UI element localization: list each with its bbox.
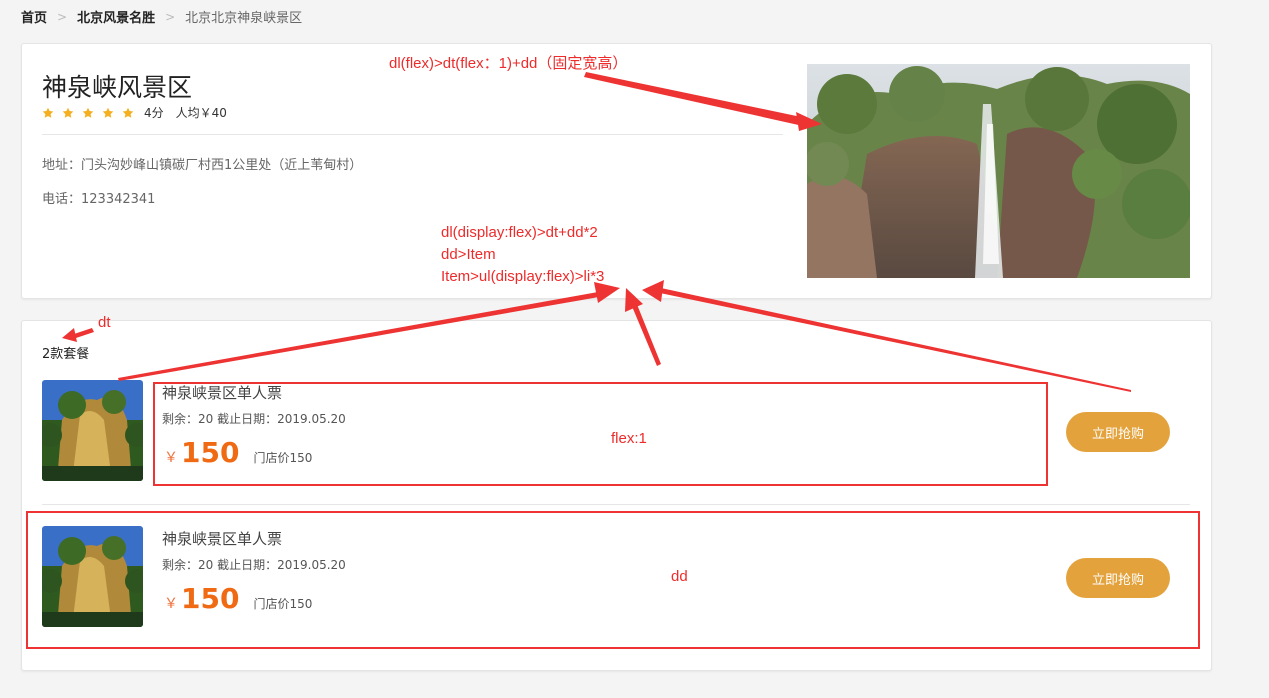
annotation-flex: flex:1	[611, 430, 647, 447]
packages-card: 2款套餐 神泉峡景区单人票 剩余：20 截止日期：2019.05.20 ￥ 15…	[21, 320, 1212, 671]
breadcrumb-home-link[interactable]: 首页	[21, 7, 47, 26]
star-icon	[62, 107, 74, 118]
annotation-line: dd>Item	[441, 246, 496, 263]
package-price: ￥ 150 门店价150	[164, 582, 312, 615]
scenic-hero-image	[807, 64, 1190, 278]
annotation-middle: dl(display:flex)>dt+dd*2 dd>Item Item>ul…	[441, 222, 604, 288]
phone-text: 电话：123342341	[42, 192, 156, 207]
star-icon	[102, 107, 114, 118]
package-thumbnail	[42, 380, 143, 481]
annotation-line: Item>ul(display:flex)>li*3	[441, 268, 605, 285]
star-icon	[42, 107, 54, 118]
package-name[interactable]: 神泉峡景区单人票	[162, 382, 282, 403]
rating-score: 4分	[144, 106, 164, 120]
address-text: 地址：门头沟妙峰山镇碳厂村西1公里处（近上苇甸村）	[42, 158, 363, 173]
price-value: 150	[181, 436, 240, 469]
divider	[42, 504, 1190, 505]
star-icon	[82, 107, 94, 118]
waterfall-image	[807, 64, 1190, 278]
package-meta: 剩余：20 截止日期：2019.05.20	[162, 412, 346, 426]
breadcrumb-category-link[interactable]: 北京风景名胜	[77, 7, 155, 26]
currency-symbol: ￥	[164, 450, 178, 466]
breadcrumb-current: 北京北京神泉峡景区	[185, 11, 303, 26]
store-price: 门店价150	[253, 597, 313, 611]
annotation-line: dl(display:flex)>dt+dd*2	[441, 224, 598, 241]
package-price: ￥ 150 门店价150	[164, 436, 312, 469]
rating-row: 4分 人均￥40	[42, 104, 227, 121]
scenic-info-card: 神泉峡风景区 4分 人均￥40 地址：门头沟妙峰山镇碳厂村西1公里处（近上苇甸村…	[21, 43, 1212, 299]
scenic-title: 神泉峡风景区	[42, 73, 193, 102]
breadcrumb: 首页 > 北京风景名胜 > 北京北京神泉峡景区	[21, 7, 303, 27]
chevron-right-icon: >	[165, 9, 176, 24]
cliff-image	[42, 380, 143, 481]
annotation-dt: dt	[98, 314, 111, 331]
buy-now-button[interactable]: 立即抢购	[1066, 412, 1170, 452]
annotation-dd: dd	[671, 568, 688, 585]
annotation-top: dl(flex)>dt(flex：1)+dd（固定宽高）	[389, 55, 628, 72]
package-meta: 剩余：20 截止日期：2019.05.20	[162, 558, 346, 572]
divider	[42, 134, 783, 135]
package-thumbnail	[42, 526, 143, 627]
star-icon	[122, 107, 134, 118]
package-item: 神泉峡景区单人票 剩余：20 截止日期：2019.05.20 ￥ 150 门店价…	[42, 526, 1190, 630]
package-name[interactable]: 神泉峡景区单人票	[162, 528, 282, 549]
package-count: 2款套餐	[42, 347, 90, 362]
buy-now-button[interactable]: 立即抢购	[1066, 558, 1170, 598]
cliff-image	[42, 526, 143, 627]
currency-symbol: ￥	[164, 596, 178, 612]
store-price: 门店价150	[253, 451, 313, 465]
chevron-right-icon: >	[57, 9, 68, 24]
price-value: 150	[181, 582, 240, 615]
average-price: 人均￥40	[175, 106, 227, 120]
